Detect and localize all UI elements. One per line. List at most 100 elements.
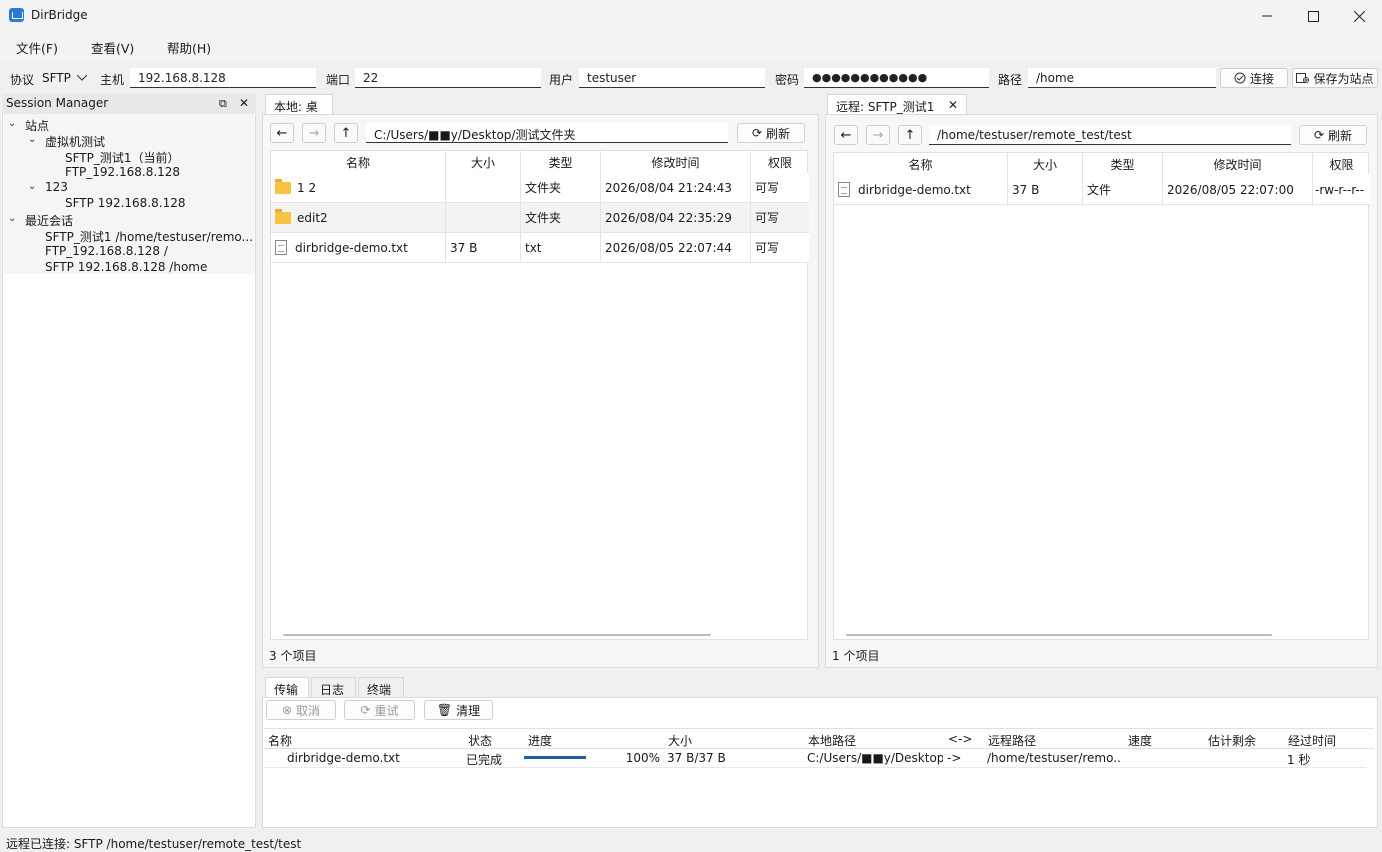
chevron-down-icon[interactable]: ⌄ — [8, 213, 16, 224]
cell-name: dirbridge-demo.txt — [834, 175, 1008, 205]
tab-terminal[interactable]: 终端 — [358, 677, 404, 697]
maximize-icon — [1307, 10, 1319, 22]
path-label: 路径 — [998, 73, 1023, 87]
transfer-size: 37 B/37 B — [667, 751, 726, 765]
recent-session-item[interactable]: SFTP_测试1 /home/testuser/remo... — [45, 228, 253, 245]
col-header-size[interactable]: 大小 — [446, 151, 521, 175]
chevron-down-icon[interactable]: ⌄ — [8, 118, 16, 129]
cell-mtime: 2026/08/05 22:07:44 — [601, 233, 751, 263]
tree-site-item[interactable]: SFTP 192.168.8.128 — [65, 196, 185, 210]
remote-path-input[interactable]: /home/testuser/remote_test/test — [929, 125, 1291, 145]
menu-help[interactable]: 帮助(H) — [167, 38, 211, 57]
table-row[interactable]: 1 2 文件夹 2026/08/04 21:24:43 可写 — [271, 173, 809, 203]
protocol-select[interactable]: SFTP — [38, 68, 90, 88]
tree-site-item[interactable]: SFTP_测试1（当前） — [65, 149, 180, 166]
tree-recent-sessions[interactable]: 最近会话 — [25, 212, 73, 229]
col-header-name[interactable]: 名称 — [834, 153, 1008, 177]
col-header-mtime[interactable]: 修改时间 — [1163, 153, 1313, 177]
protocol-label: 协议 — [10, 73, 35, 87]
tree-sites[interactable]: 站点 — [25, 117, 49, 134]
tree-group-123[interactable]: 123 — [45, 180, 68, 194]
tab-remote[interactable]: 远程: SFTP_测试1 ✕ — [827, 94, 967, 114]
table-row[interactable]: edit2 文件夹 2026/08/04 22:35:29 可写 — [271, 203, 809, 233]
col-header-progress[interactable]: 进度 — [528, 732, 552, 748]
local-refresh-button[interactable]: ⟳ 刷新 — [737, 123, 805, 143]
connect-button[interactable]: 连接 — [1220, 68, 1288, 88]
col-header-perm[interactable]: 权限 — [1313, 153, 1370, 177]
remote-refresh-button[interactable]: ⟳ 刷新 — [1299, 125, 1367, 145]
arrow-right-icon: → — [872, 127, 884, 143]
col-header-eta[interactable]: 估计剩余 — [1208, 732, 1256, 748]
session-manager-title: Session Manager — [6, 96, 109, 110]
table-row[interactable]: dirbridge-demo.txt 37 B txt 2026/08/05 2… — [271, 233, 809, 263]
remote-horizontal-scrollbar[interactable] — [846, 634, 1272, 636]
password-input[interactable]: ●●●●●●●●●●●● — [804, 68, 989, 88]
col-header-remote-path[interactable]: 远程路径 — [988, 732, 1036, 748]
path-input[interactable]: /home — [1028, 68, 1216, 88]
folder-icon — [275, 179, 291, 194]
port-input[interactable]: 22 — [355, 68, 541, 88]
col-header-mtime[interactable]: 修改时间 — [601, 151, 751, 175]
close-window-button[interactable] — [1336, 0, 1382, 32]
tab-log[interactable]: 日志 — [311, 677, 356, 697]
minimize-button[interactable] — [1244, 0, 1290, 32]
arrow-left-icon: ← — [840, 127, 852, 143]
transfer-direction: -> — [947, 751, 962, 765]
tree-site-item[interactable]: FTP_192.168.8.128 — [65, 165, 180, 179]
cell-type: 文件夹 — [521, 203, 601, 233]
table-row[interactable]: dirbridge-demo.txt 37 B 文件 2026/08/05 22… — [834, 175, 1370, 205]
col-header-size[interactable]: 大小 — [668, 732, 692, 748]
tab-remote-label: 远程: SFTP_测试1 — [836, 100, 935, 114]
col-header-direction[interactable]: <-> — [948, 732, 972, 748]
tab-transfer[interactable]: 传输 — [265, 677, 309, 697]
save-site-button[interactable]: 保存为站点 — [1292, 68, 1378, 88]
save-site-icon — [1296, 73, 1310, 83]
arrow-left-icon: ← — [276, 125, 288, 141]
cell-perm: -rw-r--r-- — [1315, 183, 1365, 197]
menu-view[interactable]: 查看(V) — [91, 38, 134, 57]
remote-up-button[interactable]: ↑ — [898, 125, 922, 145]
user-label: 用户 — [549, 73, 574, 87]
local-forward-button[interactable]: → — [302, 123, 326, 143]
local-back-button[interactable]: ← — [270, 123, 294, 143]
tree-group-vm-test[interactable]: 虚拟机测试 — [45, 133, 105, 150]
col-header-size[interactable]: 大小 — [1008, 153, 1083, 177]
col-header-status[interactable]: 状态 — [468, 732, 492, 748]
remote-back-button[interactable]: ← — [834, 125, 858, 145]
col-header-name[interactable]: 名称 — [268, 732, 292, 748]
transfer-progress-text: 100% — [625, 751, 660, 765]
retry-label: 重试 — [374, 703, 399, 718]
chevron-down-icon[interactable]: ⌄ — [28, 181, 36, 192]
file-icon — [275, 240, 287, 255]
transfer-name: dirbridge-demo.txt — [287, 751, 400, 765]
close-tab-icon[interactable]: ✕ — [948, 98, 958, 112]
recent-session-item[interactable]: FTP_192.168.8.128 / — [45, 244, 168, 258]
recent-session-item[interactable]: SFTP 192.168.8.128 /home — [45, 260, 207, 274]
cancel-button[interactable]: ⊗ 取消 — [266, 700, 336, 720]
undock-icon[interactable]: ⧉ — [219, 97, 227, 111]
transfer-remote-path: /home/testuser/remo... — [987, 751, 1122, 765]
col-header-type[interactable]: 类型 — [521, 151, 601, 175]
col-header-perm[interactable]: 权限 — [751, 151, 809, 175]
app-logo-icon — [9, 8, 24, 22]
col-header-name[interactable]: 名称 — [271, 151, 446, 175]
local-path-input[interactable]: C:/Users/■■y/Desktop/测试文件夹 — [366, 123, 728, 143]
chevron-down-icon[interactable]: ⌄ — [28, 134, 36, 145]
col-header-local-path[interactable]: 本地路径 — [808, 732, 856, 748]
local-up-button[interactable]: ↑ — [334, 123, 358, 143]
host-input[interactable]: 192.168.8.128 — [130, 68, 316, 88]
clear-button[interactable]: 🗑 清理 — [424, 700, 493, 720]
user-input[interactable]: testuser — [579, 68, 765, 88]
col-header-elapsed[interactable]: 经过时间 — [1288, 732, 1336, 748]
col-header-speed[interactable]: 速度 — [1128, 732, 1152, 748]
arrow-up-icon: ↑ — [340, 125, 352, 141]
maximize-button[interactable] — [1290, 0, 1336, 32]
close-panel-icon[interactable]: ✕ — [239, 96, 249, 110]
cell-name: 1 2 — [271, 173, 446, 203]
col-header-type[interactable]: 类型 — [1083, 153, 1163, 177]
retry-button[interactable]: ⟳ 重试 — [344, 700, 415, 720]
remote-forward-button[interactable]: → — [866, 125, 890, 145]
menu-file[interactable]: 文件(F) — [16, 38, 58, 57]
tab-local[interactable]: 本地: 桌面 — [265, 94, 333, 131]
local-horizontal-scrollbar[interactable] — [283, 634, 711, 636]
